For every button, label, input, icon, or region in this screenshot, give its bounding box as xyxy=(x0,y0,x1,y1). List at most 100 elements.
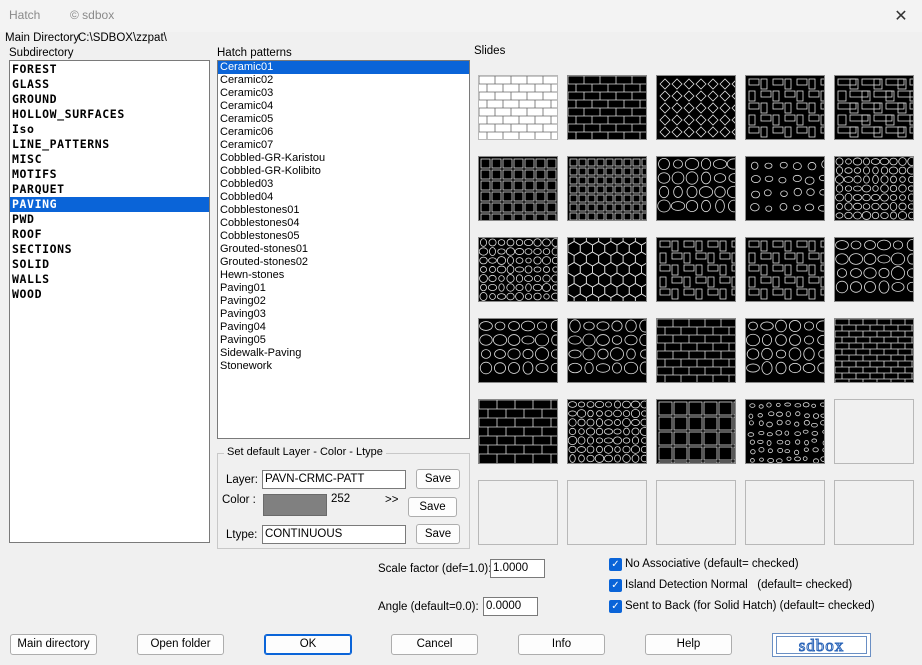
slide-thumbnail[interactable] xyxy=(567,318,647,383)
subdirectory-item[interactable]: MOTIFS xyxy=(10,167,209,182)
hatch-pattern-item[interactable]: Paving04 xyxy=(218,321,469,334)
hatch-pattern-item[interactable]: Sidewalk-Paving xyxy=(218,347,469,360)
subdirectory-item[interactable]: PWD xyxy=(10,212,209,227)
hatch-pattern-item[interactable]: Paving03 xyxy=(218,308,469,321)
subdirectory-item[interactable]: HOLLOW_SURFACES xyxy=(10,107,209,122)
subdirectory-item[interactable]: SECTIONS xyxy=(10,242,209,257)
slide-thumbnail[interactable] xyxy=(478,480,558,545)
title-bar: Hatch © sdbox ✕ xyxy=(0,0,922,32)
slide-thumbnail[interactable] xyxy=(745,318,825,383)
slide-thumbnail[interactable] xyxy=(478,237,558,302)
hatch-pattern-item[interactable]: Cobblestones04 xyxy=(218,217,469,230)
help-button[interactable]: Help xyxy=(645,634,732,655)
close-icon[interactable]: ✕ xyxy=(888,3,914,29)
hatch-pattern-item[interactable]: Ceramic03 xyxy=(218,87,469,100)
layer-field[interactable]: PAVN-CRMC-PATT xyxy=(262,470,406,489)
subdirectory-item[interactable]: GLASS xyxy=(10,77,209,92)
subdirectory-item[interactable]: SOLID xyxy=(10,257,209,272)
slide-thumbnail[interactable] xyxy=(478,75,558,140)
slide-thumbnail[interactable] xyxy=(656,237,736,302)
hatch-pattern-item[interactable]: Cobbled-GR-Karistou xyxy=(218,152,469,165)
subdirectory-item[interactable]: WALLS xyxy=(10,272,209,287)
slide-thumbnail[interactable] xyxy=(745,399,825,464)
slide-thumbnail[interactable] xyxy=(656,399,736,464)
hatch-pattern-item[interactable]: Cobblestones01 xyxy=(218,204,469,217)
subdirectory-item[interactable]: ROOF xyxy=(10,227,209,242)
scale-factor-field[interactable]: 1.0000 xyxy=(490,559,545,578)
hatch-pattern-item[interactable]: Paving05 xyxy=(218,334,469,347)
hatch-pattern-item[interactable]: Ceramic04 xyxy=(218,100,469,113)
open-folder-button[interactable]: Open folder xyxy=(137,634,224,655)
layer-save-button[interactable]: Save xyxy=(416,469,460,489)
hatch-pattern-item[interactable]: Grouted-stones01 xyxy=(218,243,469,256)
no-associative-checkbox[interactable]: ✓ xyxy=(609,558,622,571)
hatch-pattern-item[interactable]: Ceramic02 xyxy=(218,74,469,87)
slide-thumbnail[interactable] xyxy=(834,75,914,140)
subdirectory-list[interactable]: FOREST GLASS GROUND HOLLOW_SURFACES Iso LINE_… xyxy=(9,60,210,543)
slide-thumbnail[interactable] xyxy=(745,237,825,302)
slide-thumbnail[interactable] xyxy=(834,156,914,221)
island-detection-checkbox[interactable]: ✓ xyxy=(609,579,622,592)
subdirectory-item[interactable]: Iso xyxy=(10,122,209,137)
subdirectory-item[interactable]: PAVING xyxy=(10,197,209,212)
slide-thumbnail[interactable] xyxy=(656,156,736,221)
slide-ceramic-bricks-icon xyxy=(568,76,646,139)
slide-cobble-fine-icon xyxy=(479,238,557,301)
subdirectory-label: Subdirectory xyxy=(9,47,74,59)
slide-stone-round-icon xyxy=(835,239,913,294)
hatch-pattern-item[interactable]: Cobbled-GR-Kolibito xyxy=(218,165,469,178)
color-save-button[interactable]: Save xyxy=(408,497,457,517)
slide-thumbnail[interactable] xyxy=(567,156,647,221)
hatch-pattern-item[interactable]: Paving01 xyxy=(218,282,469,295)
slide-thumbnail[interactable] xyxy=(834,399,914,464)
subdirectory-item[interactable]: MISC xyxy=(10,152,209,167)
info-button[interactable]: Info xyxy=(518,634,605,655)
subdirectory-item[interactable]: FOREST xyxy=(10,62,209,77)
hatch-pattern-item[interactable]: Cobbled03 xyxy=(218,178,469,191)
subdirectory-item[interactable]: LINE_PATTERNS xyxy=(10,137,209,152)
hatch-pattern-item[interactable]: Cobblestones05 xyxy=(218,230,469,243)
slide-thumbnail[interactable] xyxy=(656,75,736,140)
slide-bone-tile-icon xyxy=(748,240,824,300)
color-swatch[interactable] xyxy=(263,494,327,516)
slide-thumbnail[interactable] xyxy=(567,399,647,464)
ok-button[interactable]: OK xyxy=(264,634,352,655)
slide-thumbnail[interactable] xyxy=(478,399,558,464)
slide-thumbnail[interactable] xyxy=(745,480,825,545)
slide-thumbnail[interactable] xyxy=(656,318,736,383)
send-to-back-checkbox[interactable]: ✓ xyxy=(609,600,622,613)
main-directory-button[interactable]: Main directory xyxy=(10,634,97,655)
slide-thumbnail[interactable] xyxy=(656,480,736,545)
ltype-save-button[interactable]: Save xyxy=(416,524,460,544)
island-detection-label: Island Detection Normal (default= checke… xyxy=(625,579,853,591)
hatch-pattern-item[interactable]: Ceramic05 xyxy=(218,113,469,126)
hatch-pattern-item[interactable]: Stonework xyxy=(218,360,469,373)
slide-thumbnail[interactable] xyxy=(567,480,647,545)
hatch-pattern-item[interactable]: Hewn-stones xyxy=(218,269,469,282)
slide-thumbnail[interactable] xyxy=(834,480,914,545)
slide-thumbnail[interactable] xyxy=(478,318,558,383)
hatch-pattern-item[interactable]: Cobbled04 xyxy=(218,191,469,204)
slide-thumbnail[interactable] xyxy=(567,75,647,140)
cancel-button[interactable]: Cancel xyxy=(391,634,478,655)
hatch-pattern-item[interactable]: Ceramic06 xyxy=(218,126,469,139)
subdirectory-item[interactable]: GROUND xyxy=(10,92,209,107)
slide-thumbnail[interactable] xyxy=(745,75,825,140)
slide-stonework-irregular-icon xyxy=(746,319,824,375)
slide-thumbnail[interactable] xyxy=(834,237,914,302)
slide-thumbnail[interactable] xyxy=(745,156,825,221)
subdirectory-item[interactable]: WOOD xyxy=(10,287,209,302)
hatch-pattern-item[interactable]: Grouted-stones02 xyxy=(218,256,469,269)
angle-field[interactable]: 0.0000 xyxy=(483,597,538,616)
slide-stone-grouted-icon xyxy=(568,319,646,375)
hatch-pattern-item[interactable]: Ceramic07 xyxy=(218,139,469,152)
hatch-patterns-list[interactable]: Ceramic01 Ceramic02 Ceramic03 Ceramic04 Cera… xyxy=(217,60,470,439)
ltype-field[interactable]: CONTINUOUS xyxy=(262,525,406,544)
slide-thumbnail[interactable] xyxy=(478,156,558,221)
window-title: Hatch xyxy=(9,8,41,22)
hatch-pattern-item[interactable]: Ceramic01 xyxy=(218,61,469,74)
slide-thumbnail[interactable] xyxy=(834,318,914,383)
hatch-pattern-item[interactable]: Paving02 xyxy=(218,295,469,308)
slide-thumbnail[interactable] xyxy=(567,237,647,302)
subdirectory-item[interactable]: PARQUET xyxy=(10,182,209,197)
